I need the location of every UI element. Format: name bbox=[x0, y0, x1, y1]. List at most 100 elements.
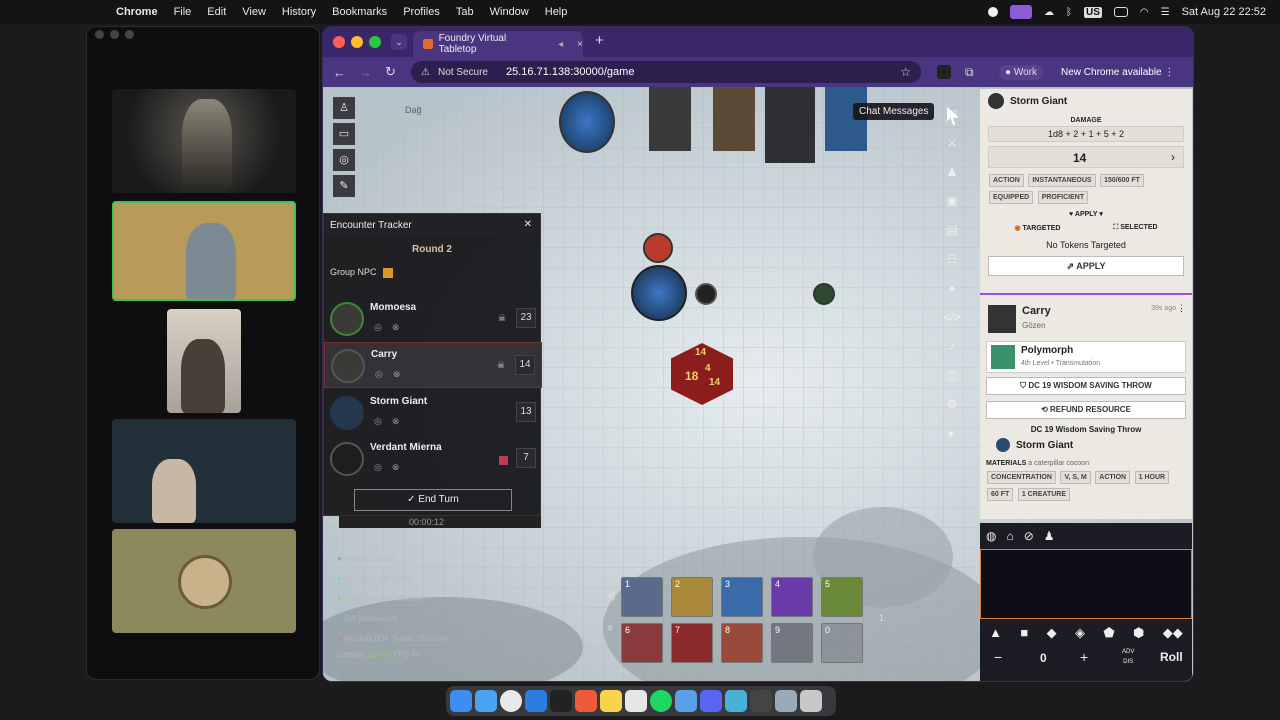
close-dot[interactable] bbox=[95, 30, 104, 39]
cards-icon[interactable]: ♠ bbox=[941, 275, 963, 301]
token-image-2[interactable] bbox=[649, 87, 691, 151]
datetime[interactable]: Sat Aug 22 22:52 bbox=[1182, 6, 1266, 18]
zoom-window-button[interactable] bbox=[369, 36, 381, 48]
participant-tile-4[interactable] bbox=[112, 419, 296, 523]
back-icon[interactable]: ← bbox=[333, 65, 346, 80]
hotbar-menu-icon[interactable]: ≡ bbox=[607, 623, 613, 634]
combatant-row[interactable]: Verdant Mierna ◎⊗ 7 bbox=[324, 436, 542, 482]
tables-icon[interactable]: ☷ bbox=[941, 246, 963, 272]
app-icon[interactable] bbox=[775, 690, 797, 712]
spotify-icon[interactable] bbox=[650, 690, 672, 712]
refund-resource-button[interactable]: ⟲ REFUND RESOURCE bbox=[986, 401, 1186, 419]
advantage-toggle[interactable]: ADV DIS bbox=[1122, 647, 1134, 667]
hotbar-slot-3[interactable]: 3 bbox=[721, 577, 763, 617]
bookmark-star-icon[interactable]: ☆ bbox=[900, 65, 911, 79]
roll-button[interactable]: Roll bbox=[1160, 650, 1183, 664]
chat-input[interactable] bbox=[980, 549, 1192, 619]
token-image-3[interactable] bbox=[713, 87, 755, 151]
gm-roll-icon[interactable]: ⌂ bbox=[1006, 529, 1013, 543]
storm-giant-token[interactable] bbox=[631, 265, 687, 321]
bluetooth-icon[interactable]: ᛒ bbox=[1066, 7, 1072, 18]
app-icon[interactable] bbox=[550, 690, 572, 712]
hotbar-slot-9[interactable]: 9 bbox=[771, 623, 813, 663]
playlists-icon[interactable]: ♪ bbox=[941, 333, 963, 359]
wifi-icon[interactable]: ◠ bbox=[1140, 7, 1149, 18]
screen-share-icon[interactable] bbox=[1009, 5, 1032, 19]
d4-icon[interactable]: ▲ bbox=[989, 625, 1002, 641]
trash-icon[interactable] bbox=[800, 690, 822, 712]
settings-icon[interactable]: ⚙ bbox=[941, 391, 963, 417]
hotbar-slot-4[interactable]: 4 bbox=[771, 577, 813, 617]
extensions-puzzle-icon[interactable]: ⧉ bbox=[965, 65, 974, 80]
journal-icon[interactable]: ▤ bbox=[941, 217, 963, 243]
security-label[interactable]: Not Secure bbox=[438, 67, 488, 78]
reload-icon[interactable]: ↻ bbox=[385, 64, 396, 80]
app-icon[interactable] bbox=[675, 690, 697, 712]
save-target-row[interactable]: Storm Giant bbox=[986, 438, 1186, 452]
cloud-icon[interactable]: ☁ bbox=[1044, 7, 1054, 18]
hotbar-slot-8[interactable]: 8 bbox=[721, 623, 763, 663]
token-image-4[interactable] bbox=[765, 87, 815, 163]
d8-icon[interactable]: ◆ bbox=[1047, 625, 1057, 641]
menu-profiles[interactable]: Profiles bbox=[395, 6, 448, 18]
d20-icon[interactable]: ⬢ bbox=[1133, 625, 1144, 641]
combatant-controls[interactable]: ◎⊗ bbox=[374, 416, 409, 427]
tab-foundry[interactable]: Foundry Virtual Tabletop ◂ × bbox=[413, 31, 583, 57]
discord-icon[interactable] bbox=[700, 690, 722, 712]
items-icon[interactable]: ▣ bbox=[941, 188, 963, 214]
defeated-icon[interactable]: ☠ bbox=[497, 360, 505, 371]
d100-icon[interactable]: ◆◆ bbox=[1163, 625, 1183, 641]
damage-formula[interactable]: 1d8 + 2 + 1 + 5 + 2 bbox=[988, 126, 1184, 142]
hotbar-slot-7[interactable]: 7 bbox=[671, 623, 713, 663]
menu-history[interactable]: History bbox=[274, 6, 324, 18]
input-source[interactable]: US bbox=[1083, 6, 1102, 18]
token-image-1[interactable] bbox=[559, 91, 615, 153]
compendium-icon[interactable]: ◫ bbox=[941, 362, 963, 388]
green-token[interactable] bbox=[813, 283, 835, 305]
app-icon[interactable] bbox=[725, 690, 747, 712]
modifier-value[interactable]: 0 bbox=[1040, 651, 1047, 665]
combatant-controls[interactable]: ◎⊗ bbox=[374, 462, 409, 473]
menu-tab[interactable]: Tab bbox=[448, 6, 482, 18]
update-chrome-button[interactable]: New Chrome available ⋮ bbox=[1061, 67, 1174, 78]
end-turn-button[interactable]: ✓ End Turn bbox=[354, 489, 512, 511]
macros-icon[interactable]: </> bbox=[941, 304, 963, 330]
notes-icon[interactable] bbox=[600, 690, 622, 712]
apply-menu[interactable]: ♥ APPLY ▾ bbox=[988, 210, 1184, 218]
chat-log[interactable]: Storm Giant DAMAGE 1d8 + 2 + 1 + 5 + 2 1… bbox=[980, 89, 1192, 519]
xcode-icon[interactable] bbox=[525, 690, 547, 712]
blind-roll-icon[interactable]: ⊘ bbox=[1024, 529, 1034, 543]
tab-search-icon[interactable]: ⌄ bbox=[391, 34, 407, 50]
profile-button[interactable]: ● Work bbox=[999, 64, 1043, 80]
combatant-row-active[interactable]: Carry ◎⊗ ☠ 14 bbox=[324, 342, 542, 388]
hotbar-slot-10[interactable]: 0 bbox=[821, 623, 863, 663]
chrome-icon[interactable] bbox=[500, 690, 522, 712]
combatant-controls[interactable]: ◎⊗ bbox=[375, 369, 410, 380]
saving-throw-button[interactable]: ⛉ DC 19 WISDOM SAVING THROW bbox=[986, 377, 1186, 395]
new-tab-icon[interactable]: + bbox=[595, 32, 604, 49]
participant-tile-3[interactable] bbox=[167, 309, 241, 413]
combatant-row[interactable]: Momoesa ◎⊗ ☠ 23 bbox=[324, 296, 542, 342]
group-checkbox[interactable] bbox=[383, 267, 394, 278]
mail-icon[interactable] bbox=[475, 690, 497, 712]
initiative-value[interactable]: 23 bbox=[516, 308, 536, 328]
mute-icon[interactable]: ◂) bbox=[607, 591, 615, 602]
selected-toggle[interactable]: ⛶ SELECTED bbox=[1113, 224, 1157, 232]
initiative-value[interactable]: 14 bbox=[515, 355, 535, 375]
actors-icon[interactable]: ♟ bbox=[941, 159, 963, 185]
dark-token[interactable] bbox=[695, 283, 717, 305]
d12-icon[interactable]: ⬟ bbox=[1103, 625, 1114, 641]
card-menu-icon[interactable]: ⋮ bbox=[1177, 303, 1186, 314]
measure-controls-icon[interactable]: ▭ bbox=[333, 123, 355, 145]
collapse-icon[interactable]: ▸ bbox=[941, 420, 963, 446]
tab-audio-icon[interactable]: ◂ bbox=[558, 39, 563, 50]
defeated-icon[interactable]: ☠ bbox=[498, 313, 506, 324]
combat-icon[interactable]: ⚔ bbox=[941, 130, 963, 156]
battery-icon[interactable] bbox=[1113, 7, 1128, 17]
minimize-dot[interactable] bbox=[110, 30, 119, 39]
finder-icon[interactable] bbox=[450, 690, 472, 712]
apply-button[interactable]: ⇗ APPLY bbox=[988, 256, 1184, 276]
menu-view[interactable]: View bbox=[234, 6, 274, 18]
menu-window[interactable]: Window bbox=[482, 6, 537, 18]
combatant-row[interactable]: Storm Giant ◎⊗ 13 bbox=[324, 390, 542, 436]
